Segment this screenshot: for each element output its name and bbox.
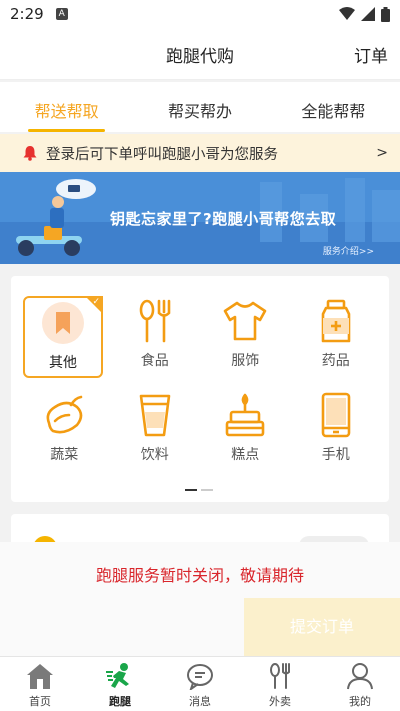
tabbar-label: 我的	[349, 695, 371, 708]
category-medicine[interactable]: 药品	[291, 296, 382, 378]
bookmark-icon	[39, 298, 87, 348]
tabbar-messages[interactable]: 消息	[160, 657, 240, 711]
tabbar-label: 首页	[29, 695, 51, 708]
notice-arrow-icon: >	[376, 145, 388, 161]
tabbar-label: 消息	[189, 695, 211, 708]
category-food[interactable]: 食品	[110, 296, 201, 378]
profile-icon	[345, 661, 375, 691]
cup-icon	[131, 390, 179, 440]
category-label: 糕点	[231, 447, 260, 463]
cake-icon	[221, 390, 269, 440]
service-intro-link[interactable]: 服务介绍>>	[323, 244, 374, 257]
service-closed-message: 跑腿服务暂时关闭，敬请期待	[95, 566, 304, 585]
tab-buy-handle[interactable]: 帮买帮办	[133, 82, 266, 132]
phone-icon	[312, 390, 360, 440]
tabbar-profile[interactable]: 我的	[320, 657, 400, 711]
service-tabs: 帮送帮取 帮买帮办 全能帮帮	[0, 82, 400, 132]
submit-order-button[interactable]: 提交订单	[244, 598, 400, 656]
check-icon: ✓	[92, 297, 100, 307]
status-bar: 2:29 A	[0, 0, 400, 28]
category-label: 手机	[321, 447, 350, 463]
tabbar-takeout[interactable]: 外卖	[240, 657, 320, 711]
category-drinks[interactable]: 饮料	[110, 390, 201, 472]
wifi-icon	[339, 7, 355, 20]
status-time: 2:29	[10, 5, 44, 23]
tab-all-round[interactable]: 全能帮帮	[267, 82, 400, 132]
tshirt-icon	[221, 296, 269, 346]
orders-button[interactable]: 订单	[354, 42, 388, 67]
tabbar-home[interactable]: 首页	[0, 657, 80, 711]
category-vegetables[interactable]: 蔬菜	[19, 390, 110, 472]
category-grid: ✓ 其他 食品 服饰 药品 蔬菜 饮料 糕点 手机	[19, 296, 381, 472]
bottom-tabbar: 首页 跑腿 消息 外卖 我的	[0, 656, 400, 711]
category-label: 其他	[49, 355, 77, 371]
promo-banner[interactable]: 钥匙忘家里了?跑腿小哥帮您去取 服务介绍>>	[0, 172, 400, 264]
notice-text: 登录后可下单呼叫跑腿小哥为您服务	[46, 146, 278, 163]
notification-icon: A	[55, 8, 68, 20]
banner-headline: 钥匙忘家里了?跑腿小哥帮您去取	[110, 210, 337, 228]
page-dot	[201, 489, 213, 491]
category-label: 药品	[321, 353, 350, 369]
category-label: 蔬菜	[50, 447, 79, 463]
tabbar-errand[interactable]: 跑腿	[80, 657, 160, 711]
page-title: 跑腿代购	[166, 47, 234, 67]
category-clothing[interactable]: 服饰	[200, 296, 291, 378]
page-indicator	[185, 489, 213, 491]
category-phone[interactable]: 手机	[291, 390, 382, 472]
takeout-icon	[265, 661, 295, 691]
runner-icon	[105, 661, 135, 691]
tab-deliver-pickup[interactable]: 帮送帮取	[0, 82, 133, 132]
category-other[interactable]: ✓ 其他	[23, 296, 103, 378]
category-card: ✓ 其他 食品 服饰 药品 蔬菜 饮料 糕点 手机	[11, 276, 389, 502]
signal-icon	[361, 7, 375, 21]
message-icon	[185, 661, 215, 691]
login-notice[interactable]: 登录后可下单呼叫跑腿小哥为您服务 >	[0, 134, 400, 172]
tabbar-label: 跑腿	[109, 695, 131, 708]
home-icon	[25, 661, 55, 691]
category-pastry[interactable]: 糕点	[200, 390, 291, 472]
category-label: 服饰	[231, 353, 260, 369]
tabbar-label: 外卖	[269, 695, 291, 708]
nav-bar: 跑腿代购 订单	[0, 28, 400, 80]
page-dot-active	[185, 489, 197, 491]
spoon-fork-icon	[131, 296, 179, 346]
medicine-bottle-icon	[312, 296, 360, 346]
eggplant-icon	[40, 390, 88, 440]
category-label: 食品	[140, 353, 169, 369]
bell-icon	[23, 146, 37, 161]
category-label: 饮料	[140, 447, 169, 463]
battery-icon	[381, 6, 390, 22]
